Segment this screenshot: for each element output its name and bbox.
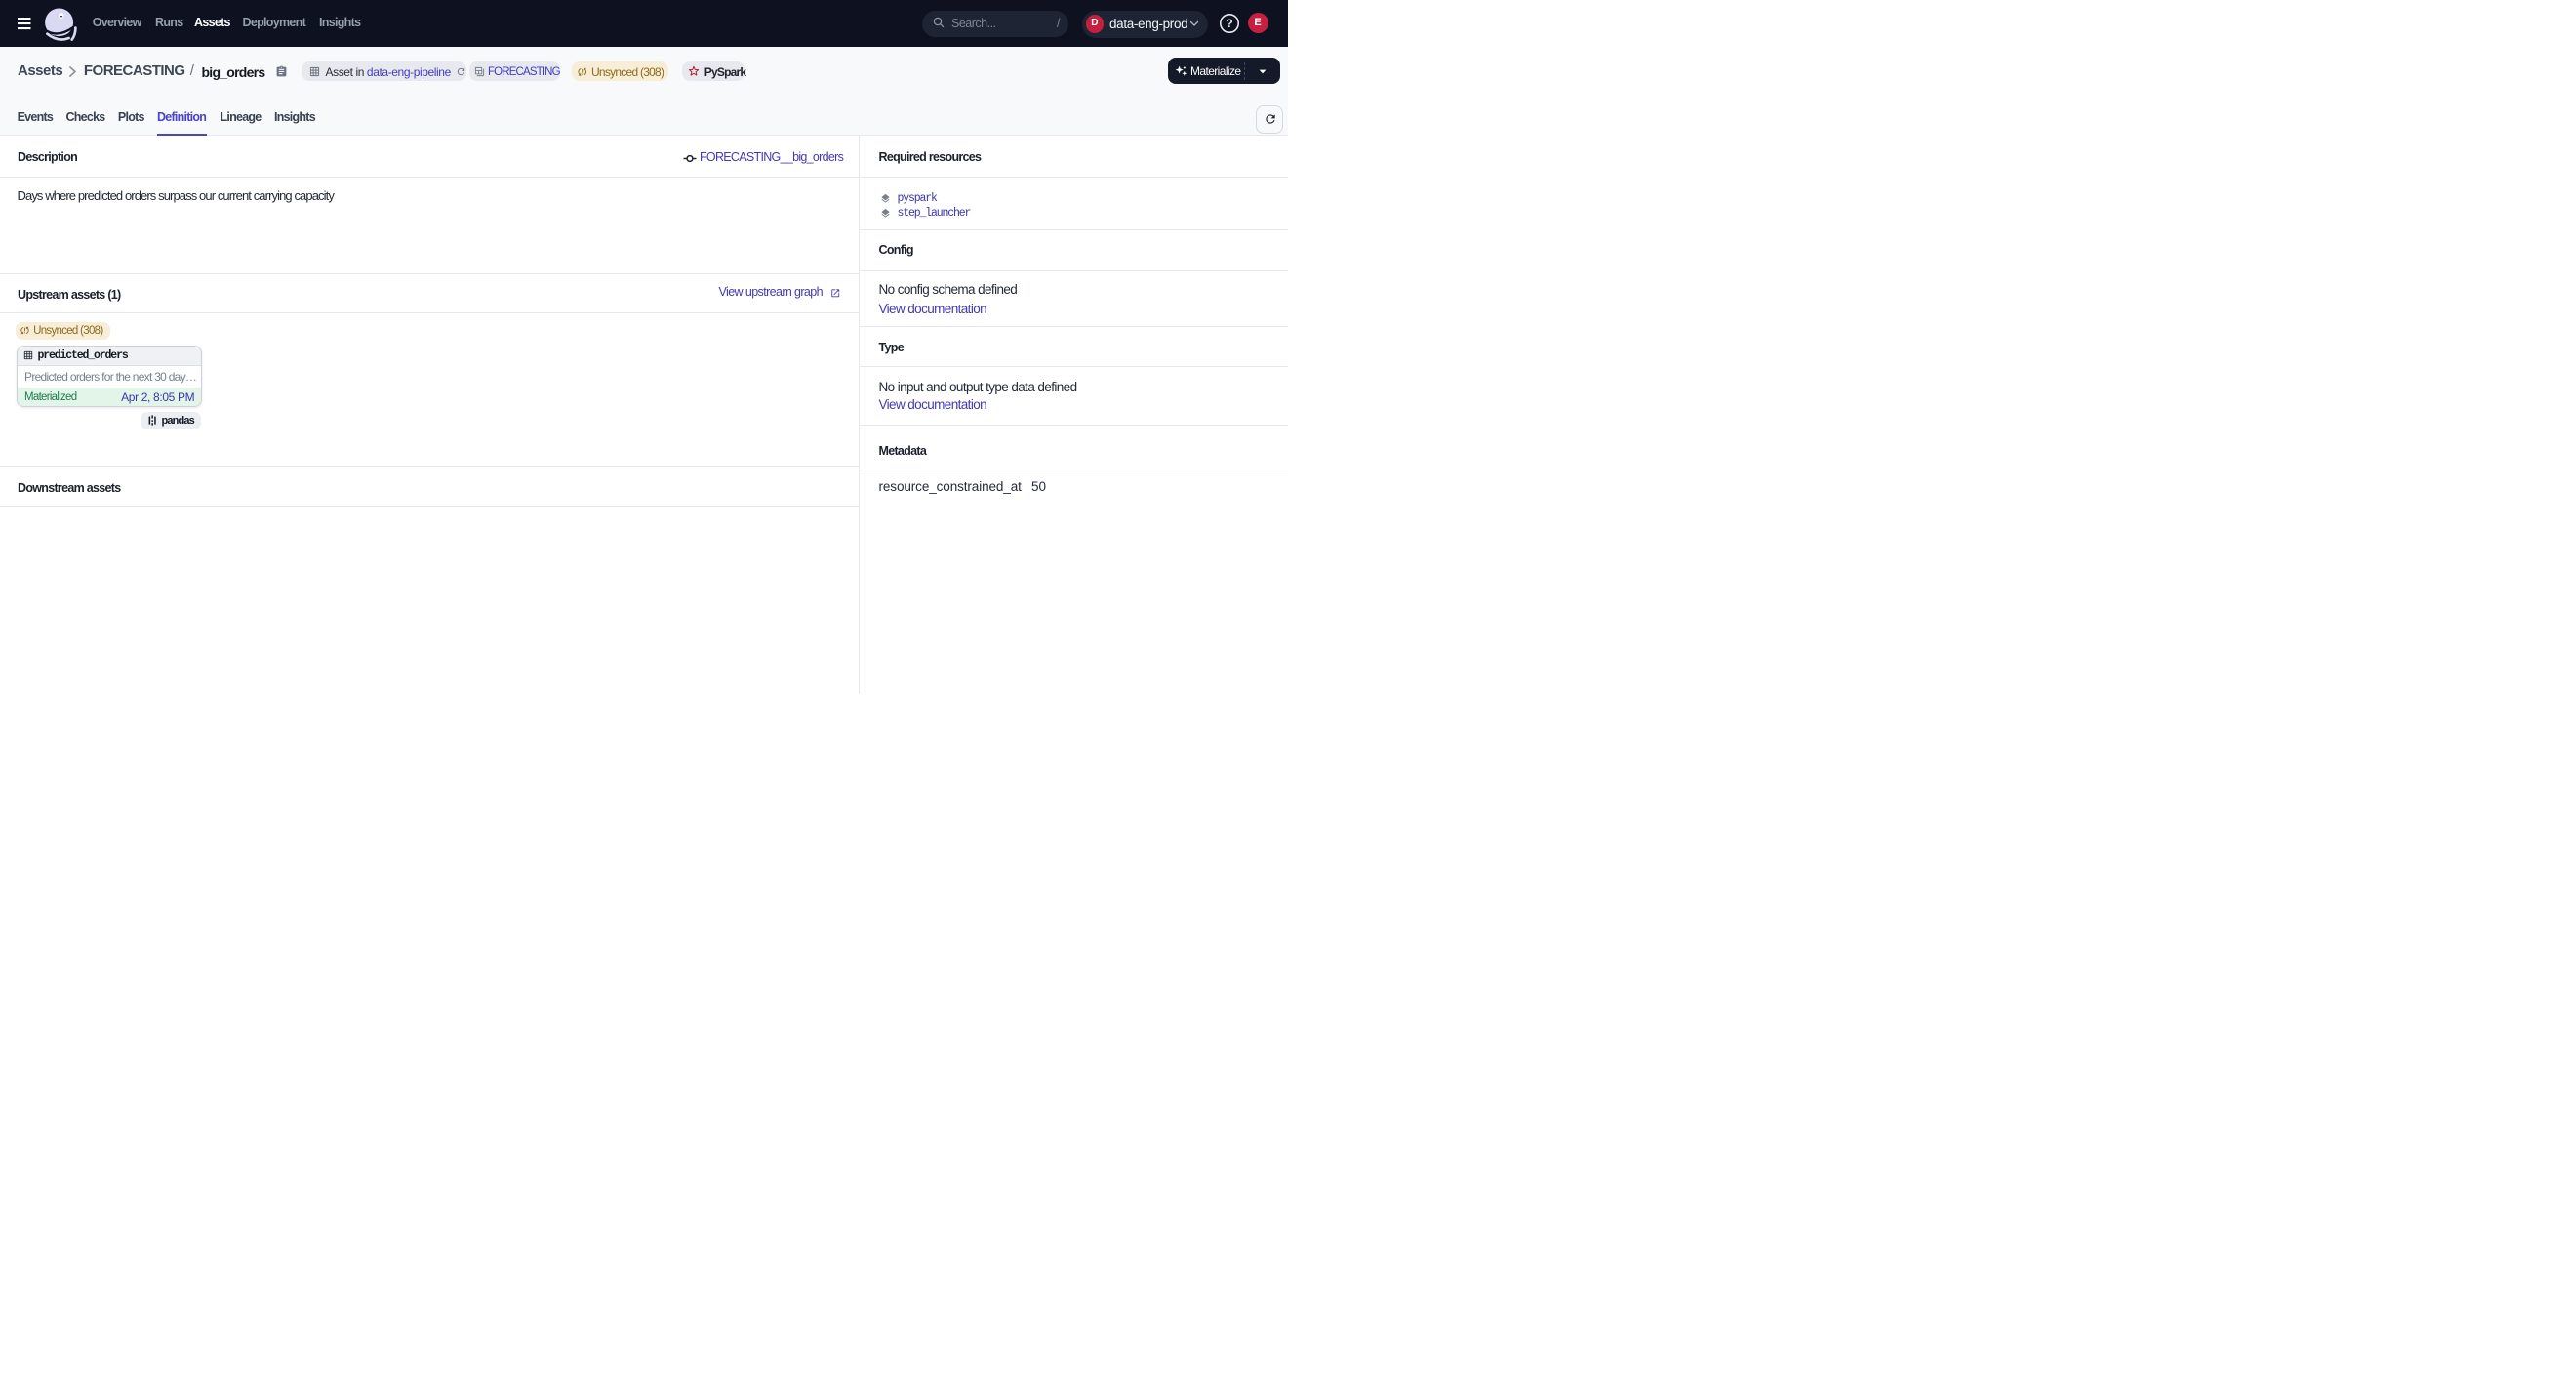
svg-text:?: ? bbox=[1226, 17, 1232, 30]
